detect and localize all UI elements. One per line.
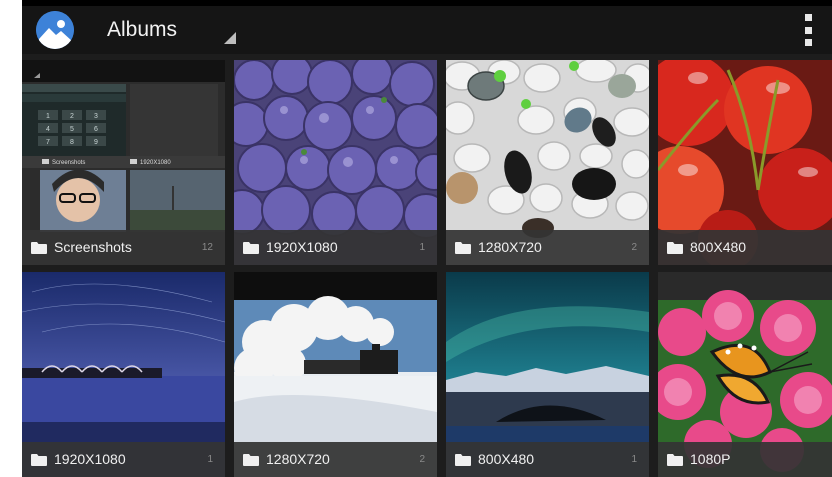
album-count: 1 bbox=[419, 242, 425, 253]
gallery-screen: Albums 1 2 3 4 5 6 7 8 9 Screenshots 192… bbox=[22, 0, 832, 477]
album-name: 1080P bbox=[690, 451, 731, 467]
album-label-bar: 1280X720 2 bbox=[234, 442, 437, 477]
folder-icon bbox=[31, 454, 47, 466]
album-tile[interactable]: 800X480 1 bbox=[446, 272, 649, 477]
album-label-bar: 1920X1080 1 bbox=[234, 230, 437, 265]
album-label-bar: 1080P bbox=[658, 442, 832, 477]
key-4: 4 bbox=[46, 126, 50, 133]
folder-icon bbox=[243, 242, 259, 254]
album-count: 1 bbox=[631, 454, 637, 465]
album-count: 1 bbox=[207, 454, 213, 465]
album-name: 1280X720 bbox=[478, 239, 542, 255]
album-name: 800X480 bbox=[478, 451, 535, 467]
dropdown-arrow-icon[interactable] bbox=[224, 32, 236, 44]
inner-label-1920: 1920X1080 bbox=[140, 160, 171, 166]
key-3: 3 bbox=[94, 113, 98, 120]
key-2: 2 bbox=[70, 113, 74, 120]
album-label-bar: 1920X1080 1 bbox=[22, 442, 225, 477]
inner-label-screenshots: Screenshots bbox=[52, 160, 85, 166]
album-label-bar: 800X480 1 bbox=[446, 442, 649, 477]
folder-icon bbox=[667, 242, 683, 254]
album-name: 800X480 bbox=[690, 239, 747, 255]
folder-icon bbox=[667, 454, 683, 466]
album-name: 1280X720 bbox=[266, 451, 330, 467]
album-name: Screenshots bbox=[54, 239, 132, 255]
album-tile[interactable]: 1280X720 2 bbox=[446, 60, 649, 265]
album-count: 12 bbox=[201, 242, 213, 253]
album-tile[interactable]: 1280X720 2 bbox=[234, 272, 437, 477]
album-label-bar: 800X480 bbox=[658, 230, 832, 265]
album-tile[interactable]: 1080P bbox=[658, 272, 832, 477]
album-tile[interactable]: 1920X1080 1 bbox=[234, 60, 437, 265]
key-5: 5 bbox=[70, 126, 74, 133]
folder-icon bbox=[455, 242, 471, 254]
key-6: 6 bbox=[94, 126, 98, 133]
key-8: 8 bbox=[70, 139, 74, 146]
key-7: 7 bbox=[46, 139, 50, 146]
album-name: 1920X1080 bbox=[54, 451, 126, 467]
album-count: 2 bbox=[419, 454, 425, 465]
album-count: 2 bbox=[631, 242, 637, 253]
album-tile[interactable]: 800X480 bbox=[658, 60, 832, 265]
folder-icon bbox=[31, 242, 47, 254]
album-tile[interactable]: 1 2 3 4 5 6 7 8 9 Screenshots 1920X1080 bbox=[22, 60, 225, 265]
overflow-menu-icon[interactable] bbox=[802, 14, 814, 46]
album-label-bar: 1280X720 2 bbox=[446, 230, 649, 265]
gallery-icon[interactable] bbox=[36, 11, 74, 49]
album-tile[interactable]: 1920X1080 1 bbox=[22, 272, 225, 477]
page-title[interactable]: Albums bbox=[107, 17, 177, 43]
folder-icon bbox=[243, 454, 259, 466]
folder-icon bbox=[455, 454, 471, 466]
album-label-bar: Screenshots 12 bbox=[22, 230, 225, 265]
album-name: 1920X1080 bbox=[266, 239, 338, 255]
album-grid: 1 2 3 4 5 6 7 8 9 Screenshots 1920X1080 bbox=[22, 54, 832, 477]
key-9: 9 bbox=[94, 139, 98, 146]
action-bar: Albums bbox=[22, 6, 832, 54]
key-1: 1 bbox=[46, 113, 50, 120]
